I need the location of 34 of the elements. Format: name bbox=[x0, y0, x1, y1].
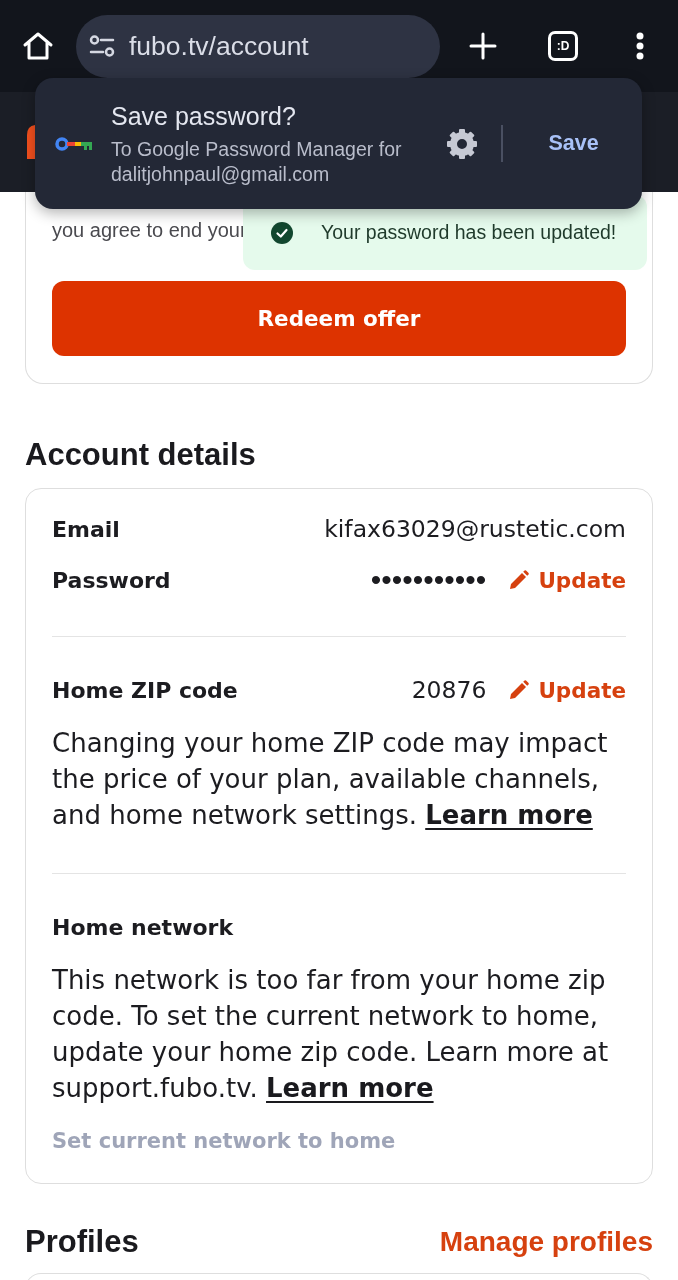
logo-icon[interactable] bbox=[25, 125, 35, 159]
tab-switcher-button[interactable]: :D bbox=[548, 31, 578, 61]
sliders-icon[interactable] bbox=[89, 35, 115, 57]
home-icon[interactable] bbox=[22, 30, 54, 62]
learn-more-link[interactable]: Learn more bbox=[266, 1073, 434, 1103]
section-heading: Account details bbox=[25, 437, 257, 473]
save-button[interactable]: Save bbox=[548, 131, 599, 156]
field-value: 20876 bbox=[411, 676, 487, 704]
plus-icon[interactable] bbox=[469, 32, 497, 60]
learn-more-link[interactable]: Learn more bbox=[425, 800, 593, 830]
info-text: Changing your home ZIP code may impact the price of your plan, available channels, and home network settings. Learn more bbox=[52, 727, 609, 832]
toast-message: Your password has been updated! bbox=[321, 221, 617, 244]
field-label: Home ZIP code bbox=[52, 677, 238, 703]
check-icon bbox=[271, 221, 293, 244]
manage-profiles-link[interactable]: Manage profiles bbox=[439, 1226, 653, 1258]
pencil-icon bbox=[509, 570, 530, 590]
update-button[interactable]: Update bbox=[509, 677, 626, 703]
more-icon[interactable] bbox=[636, 32, 644, 60]
section-heading: Profiles bbox=[25, 1224, 139, 1260]
field-label: Password bbox=[52, 567, 171, 593]
field-label: Home network bbox=[52, 914, 234, 940]
pencil-icon bbox=[509, 680, 530, 700]
settings-icon[interactable] bbox=[446, 127, 478, 160]
redeem-button[interactable]: Redeem offer bbox=[52, 281, 626, 356]
info-text: This network is too far from your home zip code. To set the current network to home, update your home zip code. Learn more at support.fubo.tv. Learn more bbox=[52, 964, 610, 1105]
prompt-subtitle: To Google Password Manager for dalitjohnpaul@gmail.com bbox=[111, 136, 403, 187]
prompt-title: Save password? bbox=[111, 100, 297, 131]
offer-text: you agree to end your bbox=[52, 218, 247, 243]
field-value: ••••••••••• bbox=[370, 564, 487, 596]
field-label: Email bbox=[52, 516, 120, 542]
field-value: kifax63029@rustetic.com bbox=[324, 515, 626, 543]
update-button[interactable]: Update bbox=[509, 567, 626, 593]
address-bar[interactable]: fubo.tv/account bbox=[76, 14, 440, 78]
key-icon bbox=[55, 135, 92, 152]
